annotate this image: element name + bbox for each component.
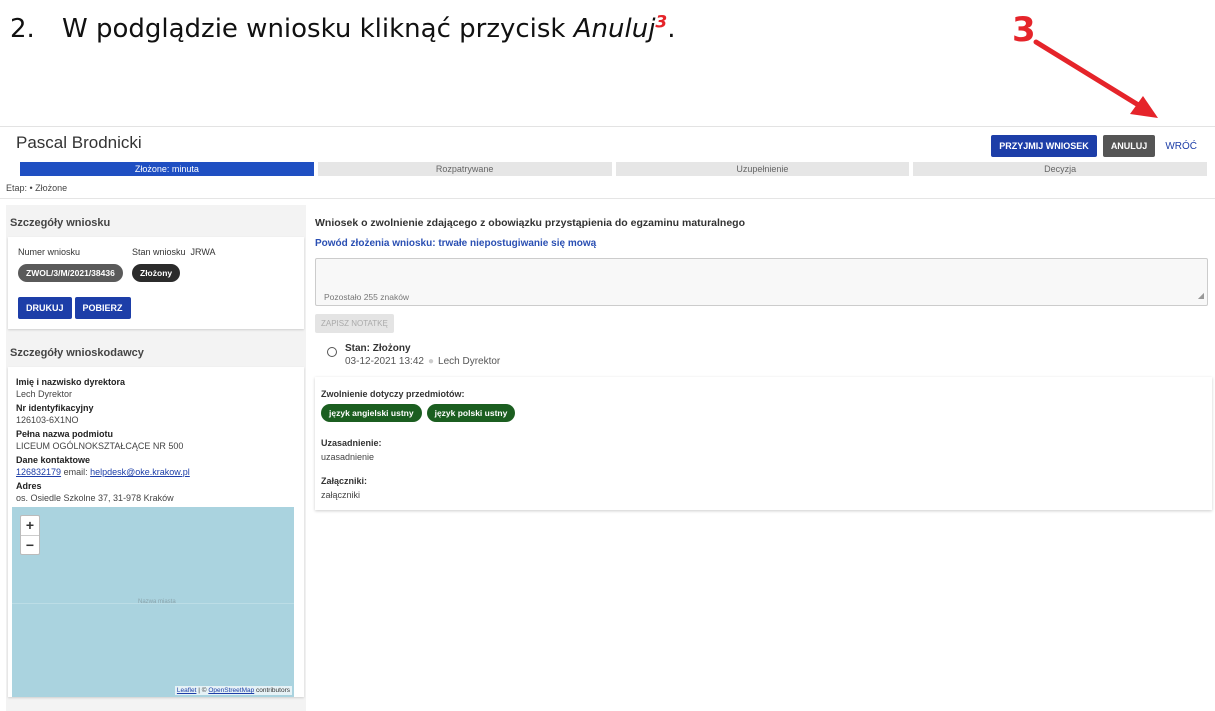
request-reason: Powód złożenia wniosku: trwałe niepostug…: [315, 238, 597, 249]
osm-link[interactable]: OpenStreetMap: [208, 687, 254, 694]
applicant-card: Imię i nazwisko dyrektora Lech Dyrektor …: [8, 367, 304, 697]
instruction-text: W podglądzie wniosku kliknąć przycisk: [62, 14, 574, 44]
button-reference: Anuluj: [573, 14, 656, 44]
footnote-marker: 3: [655, 12, 668, 33]
left-column: Szczegóły wniosku Numer wniosku ZWOL/3/M…: [6, 205, 306, 711]
dot-separator-icon: ●: [427, 356, 435, 367]
instruction-end: .: [667, 14, 676, 44]
request-number-label: Numer wniosku: [18, 247, 81, 257]
contact-label: Dane kontaktowe: [16, 455, 91, 465]
attribution-separator: | ©: [196, 687, 209, 694]
status-badge: Złożony: [132, 264, 181, 282]
divider: [0, 198, 1215, 199]
email-prefix: email:: [61, 467, 91, 477]
download-button[interactable]: POBIERZ: [74, 297, 131, 319]
step-decision: Decyzja: [913, 162, 1207, 176]
subject-chip: język angielski ustny: [321, 404, 422, 422]
subjects-list: język angielski ustny język polski ustny: [321, 404, 1206, 422]
request-title: Wniosek o zwolnienie zdającego z obowiąz…: [315, 217, 745, 229]
zoom-control: + −: [20, 515, 40, 555]
zoom-out-button[interactable]: −: [21, 535, 39, 554]
entity-value: LICEUM OGÓLNOKSZTAŁCĄCE NR 500: [16, 441, 184, 451]
back-button[interactable]: WRÓĆ: [1161, 137, 1201, 156]
step-number: 2.: [10, 14, 35, 44]
step-completion: Uzupełnienie: [615, 162, 910, 176]
print-button[interactable]: DRUKUJ: [18, 297, 72, 319]
note-textarea[interactable]: Pozostało 255 znaków ◢: [315, 258, 1208, 306]
director-value: Lech Dyrektor: [16, 389, 73, 399]
app-window: Pascal Brodnicki PRZYJMIJ WNIOSEK ANULUJ…: [0, 126, 1215, 711]
subjects-label: Zwolnienie dotyczy przedmiotów:: [321, 389, 465, 399]
address-value: os. Osiedle Szkolne 37, 31-978 Kraków: [16, 493, 174, 503]
save-note-button[interactable]: ZAPISZ NOTATKĘ: [315, 314, 394, 333]
history-radio-icon[interactable]: [327, 347, 337, 357]
request-details-card: Numer wniosku ZWOL/3/M/2021/38436 Stan w…: [8, 237, 304, 329]
jrwa-label: JRWA: [190, 247, 216, 257]
email-link[interactable]: helpdesk@oke.krakow.pl: [90, 467, 190, 477]
step-submitted: Złożone: minuta: [20, 162, 314, 176]
map-attribution: Leaflet | © OpenStreetMap contributors: [174, 686, 292, 695]
instruction-line: 2. W podglądzie wniosku kliknąć przycisk …: [10, 14, 676, 44]
history-date: 03-12-2021 13:42: [345, 356, 424, 367]
main-column: Wniosek o zwolnienie zdającego z obowiąz…: [315, 205, 1212, 711]
zoom-in-button[interactable]: +: [21, 516, 39, 535]
id-value: 126103-6X1NO: [16, 415, 79, 425]
justification-value: uzasadnienie: [321, 452, 375, 462]
request-number-chip: ZWOL/3/M/2021/38436: [18, 264, 123, 282]
cancel-button[interactable]: ANULUJ: [1102, 135, 1156, 157]
phone-link[interactable]: 126832179: [16, 467, 61, 477]
contact-value: 126832179 email: helpdesk@oke.krakow.pl: [16, 467, 296, 477]
subject-chip: język polski ustny: [426, 404, 516, 422]
history-user: Lech Dyrektor: [438, 356, 501, 367]
progress-steps: Złożone: minuta Rozpatrywane Uzupełnieni…: [20, 162, 1207, 176]
resize-handle-icon[interactable]: ◢: [1198, 291, 1204, 300]
request-state-label: Stan wniosku: [132, 247, 186, 257]
request-details-heading: Szczegóły wniosku: [10, 217, 111, 229]
map-place-label: Nazwa miasta: [138, 599, 176, 605]
request-details-panel: Zwolnienie dotyczy przedmiotów: język an…: [315, 377, 1212, 510]
location-map[interactable]: + − Nazwa miasta Leaflet | © OpenStreetM…: [12, 507, 294, 697]
step-processing: Rozpatrywane: [317, 162, 612, 176]
applicant-details-heading: Szczegóły wnioskodawcy: [10, 347, 144, 359]
entity-label: Pełna nazwa podmiotu: [16, 429, 114, 439]
note-char-counter: Pozostało 255 znaków: [324, 292, 410, 302]
leaflet-link[interactable]: Leaflet: [177, 687, 197, 694]
page-title: Pascal Brodnicki: [16, 133, 142, 152]
director-label: Imię i nazwisko dyrektora: [16, 377, 126, 387]
justification-label: Uzasadnienie:: [321, 438, 382, 448]
stage-indicator: Etap: • Złożone: [6, 183, 68, 193]
history-entry: Stan: Złożony 03-12-2021 13:42 ● Lech Dyre…: [315, 343, 1212, 367]
history-state: Stan: Złożony: [345, 343, 411, 354]
attribution-suffix: contributors: [254, 687, 290, 694]
address-label: Adres: [16, 481, 42, 491]
callout-arrow-icon: [1033, 39, 1158, 118]
attachments-label: Załączniki:: [321, 476, 368, 486]
accept-request-button[interactable]: PRZYJMIJ WNIOSEK: [991, 135, 1097, 157]
attachments-value: załączniki: [321, 490, 361, 500]
id-label: Nr identyfikacyjny: [16, 403, 94, 413]
top-actions: PRZYJMIJ WNIOSEK ANULUJ WRÓĆ: [991, 135, 1201, 157]
